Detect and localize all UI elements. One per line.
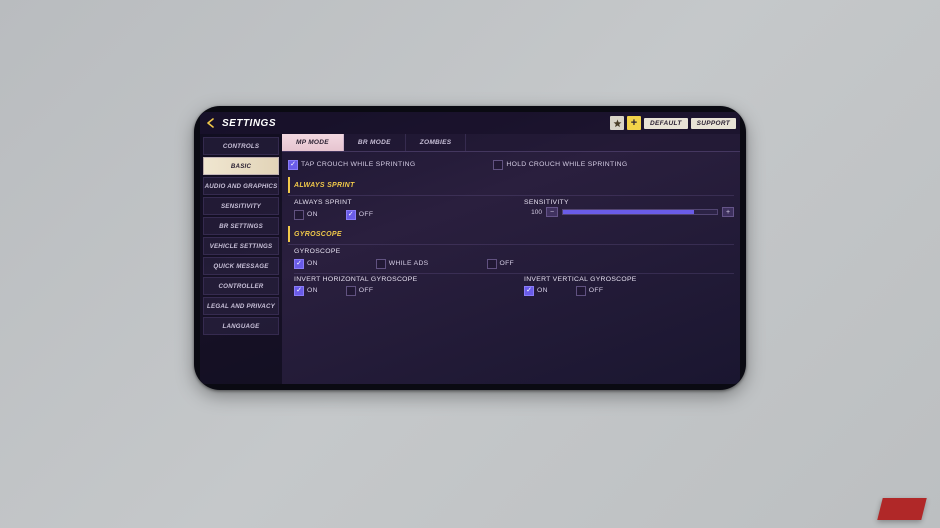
crouch-row: TAP CROUCH WHILE SPRINTING HOLD CROUCH W… [288, 156, 734, 173]
tab-zombies[interactable]: ZOMBIES [406, 134, 467, 151]
header-actions: + DEFAULT SUPPORT [610, 116, 736, 130]
hold-crouch-option[interactable]: HOLD CROUCH WHILE SPRINTING [493, 160, 627, 170]
sidebar-item-quick-message[interactable]: QUICK MESSAGE [203, 257, 279, 275]
tap-crouch-label: TAP CROUCH WHILE SPRINTING [301, 161, 415, 168]
mode-tabs: MP MODE BR MODE ZOMBIES [282, 134, 740, 152]
checkbox-icon [346, 210, 356, 220]
invert-h-on[interactable]: ON [294, 286, 318, 296]
settings-content: TAP CROUCH WHILE SPRINTING HOLD CROUCH W… [282, 152, 740, 384]
checkbox-icon [524, 286, 534, 296]
sensitivity-value: 100 [524, 209, 542, 216]
invert-v-label: INVERT VERTICAL GYROSCOPE [524, 276, 734, 283]
checkbox-icon [576, 286, 586, 296]
favorite-icon[interactable] [610, 116, 624, 130]
sensitivity-label: SENSITIVITY [524, 199, 734, 206]
default-button[interactable]: DEFAULT [644, 118, 688, 129]
sidebar-item-audio-graphics[interactable]: AUDIO AND GRAPHICS [203, 177, 279, 195]
tab-br-mode[interactable]: BR MODE [344, 134, 406, 151]
slider-fill [563, 210, 694, 214]
invert-h-off[interactable]: OFF [346, 286, 374, 296]
invert-h-label: INVERT HORIZONTAL GYROSCOPE [294, 276, 504, 283]
gyroscope-while-ads[interactable]: WHILE ADS [376, 259, 429, 269]
tap-crouch-option[interactable]: TAP CROUCH WHILE SPRINTING [288, 160, 415, 170]
gyroscope-off[interactable]: OFF [487, 259, 515, 269]
tab-mp-mode[interactable]: MP MODE [282, 134, 344, 151]
gyroscope-label: GYROSCOPE [294, 248, 734, 255]
always-sprint-off[interactable]: OFF [346, 210, 374, 220]
invert-v-off[interactable]: OFF [576, 286, 604, 296]
checkbox-icon [294, 259, 304, 269]
sidebar-item-legal-privacy[interactable]: LEGAL AND PRIVACY [203, 297, 279, 315]
back-icon[interactable] [204, 116, 218, 130]
main-panel: MP MODE BR MODE ZOMBIES TAP CROUCH WHILE… [282, 134, 740, 384]
sidebar: CONTROLS BASIC AUDIO AND GRAPHICS SENSIT… [200, 134, 282, 384]
checkbox-icon [376, 259, 386, 269]
add-button[interactable]: + [627, 116, 641, 130]
sensitivity-slider: 100 − + [524, 207, 734, 217]
header-bar: SETTINGS + DEFAULT SUPPORT [200, 112, 740, 134]
always-sprint-label: ALWAYS SPRINT [294, 199, 504, 206]
screen: SETTINGS + DEFAULT SUPPORT CONTROLS BASI… [200, 112, 740, 384]
checkbox-icon [487, 259, 497, 269]
slider-plus-button[interactable]: + [722, 207, 734, 217]
checkbox-icon [294, 210, 304, 220]
section-gyroscope: GYROSCOPE [288, 226, 734, 242]
page-title: SETTINGS [222, 118, 276, 129]
sidebar-item-br-settings[interactable]: BR SETTINGS [203, 217, 279, 235]
support-button[interactable]: SUPPORT [691, 118, 736, 129]
sidebar-item-controls[interactable]: CONTROLS [203, 137, 279, 155]
watermark-badge [877, 498, 926, 520]
slider-track[interactable] [562, 209, 718, 215]
checkbox-icon [288, 160, 298, 170]
always-sprint-on[interactable]: ON [294, 210, 318, 220]
checkbox-icon [493, 160, 503, 170]
checkbox-icon [346, 286, 356, 296]
sidebar-item-controller[interactable]: CONTROLLER [203, 277, 279, 295]
invert-v-on[interactable]: ON [524, 286, 548, 296]
sidebar-item-sensitivity[interactable]: SENSITIVITY [203, 197, 279, 215]
phone-frame: SETTINGS + DEFAULT SUPPORT CONTROLS BASI… [194, 106, 746, 390]
hold-crouch-label: HOLD CROUCH WHILE SPRINTING [506, 161, 627, 168]
sidebar-item-language[interactable]: LANGUAGE [203, 317, 279, 335]
slider-minus-button[interactable]: − [546, 207, 558, 217]
gyroscope-on[interactable]: ON [294, 259, 318, 269]
section-always-sprint: ALWAYS SPRINT [288, 177, 734, 193]
sidebar-item-vehicle-settings[interactable]: VEHICLE SETTINGS [203, 237, 279, 255]
checkbox-icon [294, 286, 304, 296]
sidebar-item-basic[interactable]: BASIC [203, 157, 279, 175]
